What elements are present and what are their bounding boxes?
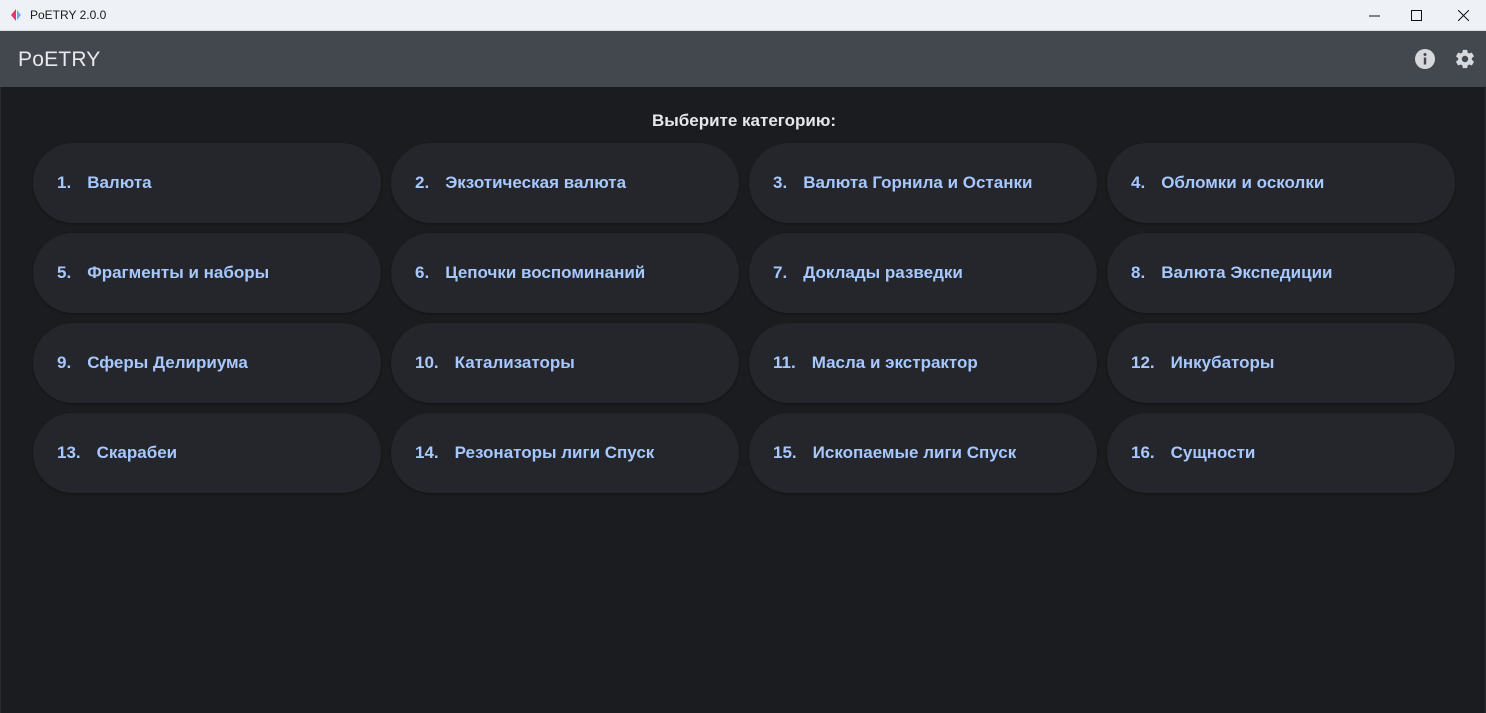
category-button-13[interactable]: 13. Скарабеи xyxy=(33,413,381,493)
category-number: 13. xyxy=(57,443,81,462)
category-button-12[interactable]: 12. Инкубаторы xyxy=(1107,323,1455,403)
info-icon[interactable] xyxy=(1414,48,1436,70)
category-label: Валюта xyxy=(87,173,152,192)
gear-icon[interactable] xyxy=(1454,48,1476,70)
category-number: 1. xyxy=(57,173,72,192)
category-number: 7. xyxy=(773,263,788,282)
category-label: Инкубаторы xyxy=(1170,353,1275,372)
category-number: 14. xyxy=(415,443,439,462)
category-number: 11. xyxy=(773,353,796,372)
category-button-6[interactable]: 6. Цепочки воспоминаний xyxy=(391,233,739,313)
close-button[interactable] xyxy=(1440,0,1486,31)
window-title: PoETRY 2.0.0 xyxy=(30,8,107,22)
category-number: 5. xyxy=(57,263,72,282)
app-title: PoETRY xyxy=(18,48,101,71)
category-label: Сферы Делириума xyxy=(87,353,248,372)
category-button-7[interactable]: 7. Доклады разведки xyxy=(749,233,1097,313)
main-content: Выберите категорию: 1. Валюта 2. Экзотическ… xyxy=(0,87,1486,713)
category-label: Цепочки воспоминаний xyxy=(445,263,646,282)
category-button-14[interactable]: 14. Резонаторы лиги Спуск xyxy=(391,413,739,493)
category-number: 15. xyxy=(773,443,797,462)
category-button-4[interactable]: 4. Обломки и осколки xyxy=(1107,143,1455,223)
category-label: Экзотическая валюта xyxy=(445,173,627,192)
category-button-1[interactable]: 1. Валюта xyxy=(33,143,381,223)
category-number: 3. xyxy=(773,173,788,192)
page-heading: Выберите категорию: xyxy=(651,111,837,130)
category-label: Валюта Горнила и Останки xyxy=(803,173,1033,192)
category-label: Масла и экстрактор xyxy=(811,353,978,372)
close-icon xyxy=(1457,10,1469,21)
category-label: Обломки и осколки xyxy=(1161,173,1325,192)
category-button-3[interactable]: 3. Валюта Горнила и Останки xyxy=(749,143,1097,223)
maximize-button[interactable] xyxy=(1393,0,1439,31)
category-button-10[interactable]: 10. Катализаторы xyxy=(391,323,739,403)
category-button-2[interactable]: 2. Экзотическая валюта xyxy=(391,143,739,223)
category-label: Резонаторы лиги Спуск xyxy=(454,443,655,462)
category-number: 6. xyxy=(415,263,430,282)
app-logo-icon xyxy=(11,9,21,21)
category-number: 9. xyxy=(57,353,72,372)
category-button-8[interactable]: 8. Валюта Экспедиции xyxy=(1107,233,1455,313)
category-button-16[interactable]: 16. Сущности xyxy=(1107,413,1455,493)
category-label: Доклады разведки xyxy=(803,263,963,282)
category-label: Скарабеи xyxy=(96,443,178,462)
category-number: 4. xyxy=(1131,173,1146,192)
minimize-button[interactable] xyxy=(1351,0,1397,31)
category-number: 12. xyxy=(1131,353,1155,372)
minimize-icon xyxy=(1368,15,1380,17)
category-button-5[interactable]: 5. Фрагменты и наборы xyxy=(33,233,381,313)
category-label: Сущности xyxy=(1170,443,1256,462)
category-button-9[interactable]: 9. Сферы Делириума xyxy=(33,323,381,403)
category-number: 8. xyxy=(1131,263,1146,282)
category-number: 16. xyxy=(1131,443,1155,462)
app-window: PoETRY 2.0.0 PoETRY Выберите категорию: … xyxy=(0,0,1486,713)
category-label: Катализаторы xyxy=(454,353,575,372)
window-titlebar[interactable]: PoETRY 2.0.0 xyxy=(0,0,1486,31)
category-label: Валюта Экспедиции xyxy=(1161,263,1333,282)
category-number: 10. xyxy=(415,353,439,372)
category-label: Фрагменты и наборы xyxy=(87,263,270,282)
category-button-15[interactable]: 15. Ископаемые лиги Спуск xyxy=(749,413,1097,493)
category-grid: 1. Валюта 2. Экзотическая валюта 3. Валюта Го… xyxy=(33,143,1455,493)
category-button-11[interactable]: 11. Масла и экстрактор xyxy=(749,323,1097,403)
maximize-icon xyxy=(1410,10,1422,21)
category-label: Ископаемые лиги Спуск xyxy=(812,443,1017,462)
category-number: 2. xyxy=(415,173,430,192)
app-bar: PoETRY xyxy=(0,31,1486,87)
